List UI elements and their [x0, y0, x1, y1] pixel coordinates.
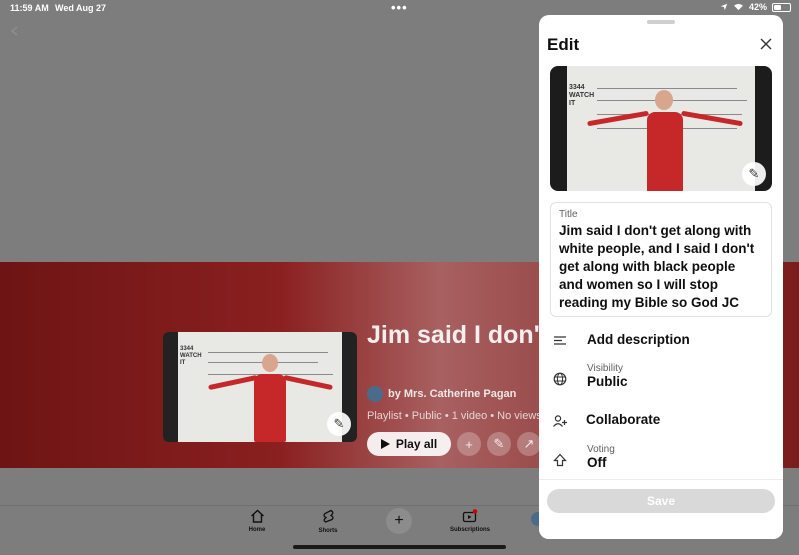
preview-whiteboard-text: 3344 WATCH IT — [569, 84, 595, 107]
share-icon: ↗ — [523, 436, 535, 451]
create-button[interactable]: + — [386, 508, 412, 534]
owner-name: by Mrs. Catherine Pagan — [388, 388, 517, 400]
status-indicators: 42% — [720, 2, 791, 12]
visibility-row[interactable]: Visibility Public — [549, 363, 773, 389]
owner-avatar — [367, 386, 383, 402]
voting-value: Off — [587, 455, 607, 470]
edit-thumbnail-pencil-icon[interactable]: ✎ — [327, 412, 351, 436]
edit-sheet: Edit 3344 WATCH IT ✎ Title Jim said I do… — [539, 15, 783, 539]
add-description-label: Add description — [587, 332, 690, 347]
nav-shorts[interactable]: Shorts — [298, 509, 358, 534]
location-icon — [720, 3, 728, 11]
add-video-button[interactable]: + — [457, 432, 481, 456]
plus-icon: + — [465, 436, 473, 452]
play-all-label: Play all — [395, 437, 438, 451]
collaborate-label: Collaborate — [586, 412, 661, 427]
sheet-title: Edit — [547, 35, 580, 54]
status-date: Wed Aug 27 — [55, 3, 107, 13]
nav-shorts-label: Shorts — [318, 528, 338, 534]
collaborate-row[interactable]: Collaborate — [549, 412, 773, 428]
title-field[interactable]: Title Jim said I don't get along with wh… — [550, 202, 772, 317]
visibility-value: Public — [587, 374, 628, 389]
home-icon — [250, 509, 264, 523]
playlist-owner[interactable]: by Mrs. Catherine Pagan — [367, 386, 516, 402]
add-person-icon — [553, 415, 567, 427]
pencil-icon: ✎ — [493, 436, 505, 451]
whiteboard-text: 3344 WATCH IT — [180, 346, 202, 366]
voting-row[interactable]: Voting Off — [549, 444, 773, 470]
share-playlist-button[interactable]: ↗ — [517, 432, 541, 456]
shorts-icon — [322, 509, 334, 523]
wifi-icon — [734, 3, 743, 11]
add-description-row[interactable]: Add description — [549, 332, 773, 348]
status-bar: 11:59 AM Wed Aug 27 ••• 42% — [0, 0, 799, 16]
preview-video-frame: 3344 WATCH IT — [567, 66, 755, 191]
voting-label: Voting — [587, 444, 615, 455]
visibility-label: Visibility — [587, 363, 623, 374]
status-time: 11:59 AM — [10, 3, 49, 13]
back-arrow-icon[interactable] — [10, 26, 20, 36]
battery-icon — [772, 2, 791, 12]
play-all-button[interactable]: Play all — [367, 432, 451, 456]
title-field-label: Title — [559, 209, 578, 220]
upvote-arrow-icon — [553, 453, 567, 467]
home-indicator — [293, 545, 506, 549]
save-button[interactable]: Save — [547, 489, 775, 513]
edit-playlist-button[interactable]: ✎ — [487, 432, 511, 456]
playlist-meta: Playlist • Public • 1 video • No views — [367, 410, 539, 422]
video-frame: 3344 WATCH IT — [178, 332, 342, 442]
playlist-title: Jim said I don't get along with white pe… — [367, 321, 547, 349]
close-icon[interactable] — [759, 37, 773, 51]
globe-icon — [553, 372, 567, 386]
plus-icon: + — [394, 512, 404, 529]
sheet-footer: Save — [539, 479, 783, 539]
title-field-value[interactable]: Jim said I don't get along with white pe… — [559, 222, 763, 312]
sheet-grabber[interactable] — [647, 20, 675, 24]
play-icon — [380, 439, 390, 449]
nav-subscriptions-label: Subscriptions — [449, 527, 490, 533]
multitasking-dots[interactable]: ••• — [391, 0, 408, 15]
nav-home[interactable]: Home — [227, 509, 287, 533]
edit-preview-pencil-icon[interactable]: ✎ — [742, 162, 766, 186]
battery-percent: 42% — [748, 2, 767, 12]
nav-home-label: Home — [248, 527, 266, 533]
description-lines-icon — [554, 336, 566, 345]
subscriptions-icon — [462, 509, 478, 523]
nav-subscriptions[interactable]: Subscriptions — [440, 509, 500, 533]
playlist-preview-thumbnail[interactable]: 3344 WATCH IT ✎ — [550, 66, 772, 191]
playlist-thumbnail[interactable]: 3344 WATCH IT ✎ — [163, 332, 357, 442]
